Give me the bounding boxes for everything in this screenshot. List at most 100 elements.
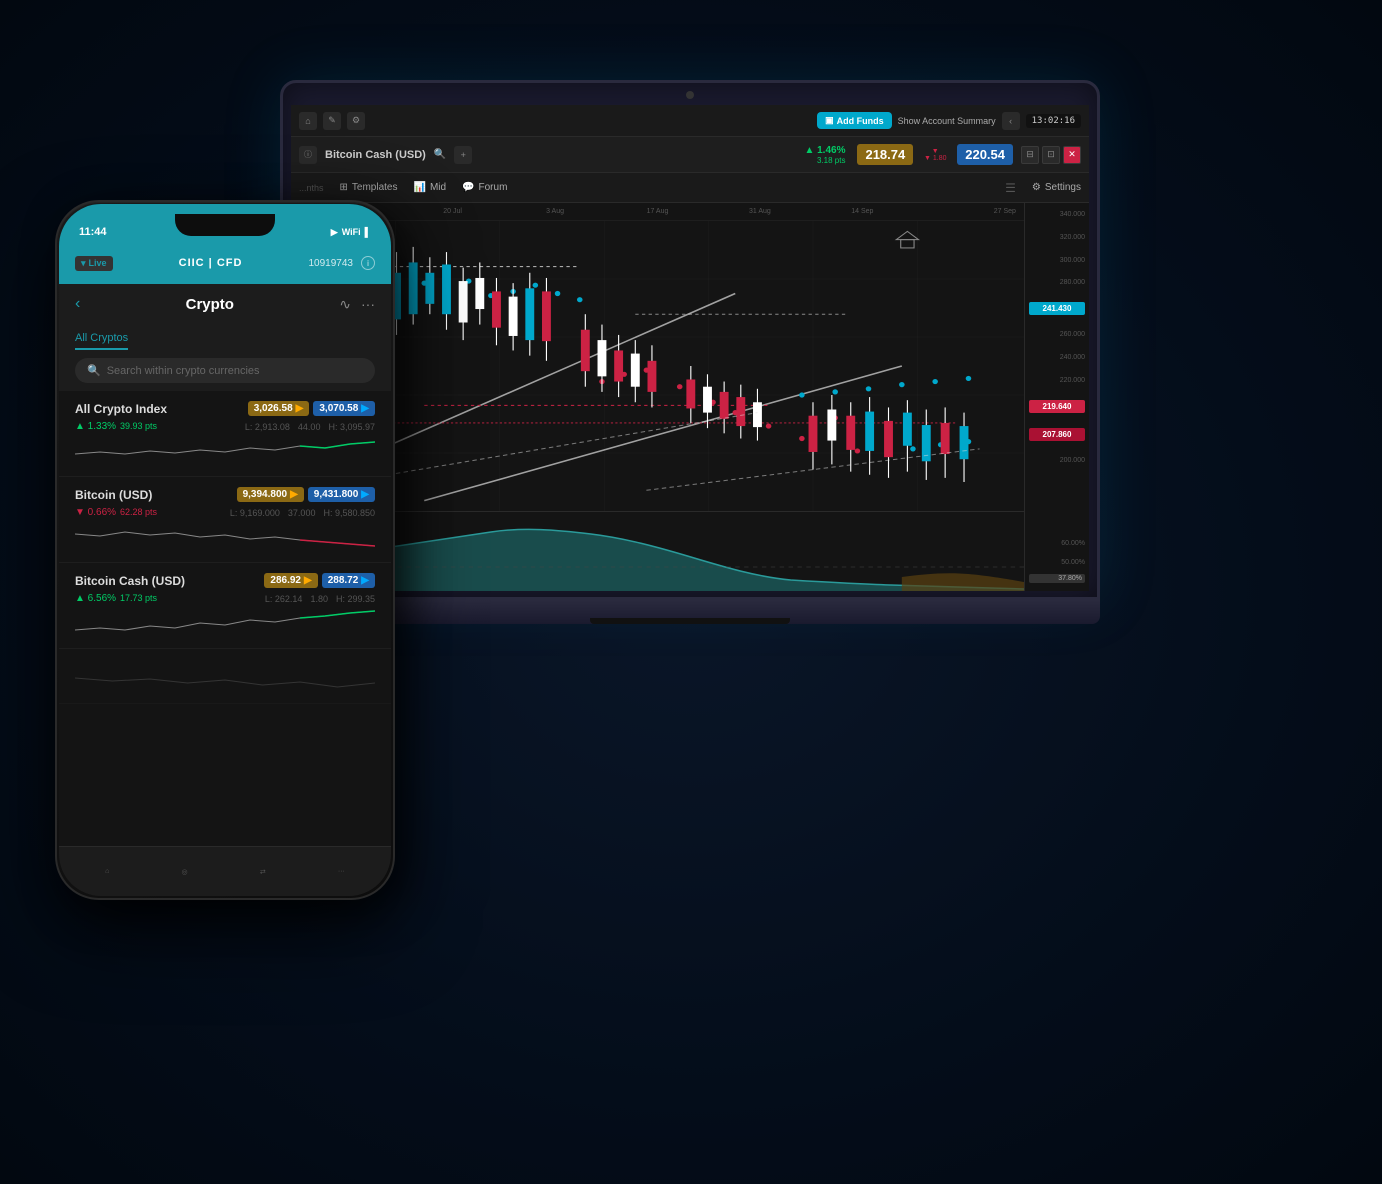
phone-navbar: ‹ Crypto ∿ ··· [59, 284, 391, 324]
date-label-2: 20 Jul [401, 208, 503, 215]
info-icon[interactable]: i [361, 256, 375, 270]
minimize-button[interactable]: ⊟ [1021, 146, 1039, 164]
info-circle-icon[interactable]: ⓘ [299, 146, 317, 164]
cyan-price-label: 241.430 [1029, 302, 1085, 315]
sell-price[interactable]: 218.74 [857, 144, 913, 165]
phone-content: 11:44 ▶ WiFi ▌ ▾ Live CIIC | CFD 1091974… [59, 204, 391, 896]
platform-topbar: ⌂ ✎ ⚙ ▣ Add Funds Show Account Summary ‹… [291, 105, 1089, 137]
list-item[interactable]: Bitcoin Cash (USD) 286.92 ▶ 288.72 ▶ [59, 563, 391, 649]
collapse-icon[interactable]: ‹ [1002, 112, 1020, 130]
time-periods[interactable]: ...nths [299, 183, 324, 193]
phone-device: 11:44 ▶ WiFi ▌ ▾ Live CIIC | CFD 1091974… [55, 200, 395, 900]
mini-chart-3 [75, 608, 375, 638]
trading-platform: ⌂ ✎ ⚙ ▣ Add Funds Show Account Summary ‹… [291, 105, 1089, 591]
price-280: 280.000 [1029, 279, 1085, 286]
buy-price-sm[interactable]: 3,070.58 ▶ [313, 401, 375, 416]
price-320: 320.000 [1029, 234, 1085, 241]
search-input[interactable]: 🔍 Search within crypto currencies [75, 358, 375, 383]
arrow-right-icon: ▶ [361, 489, 369, 500]
price-300: 300.000 [1029, 257, 1085, 264]
add-chart-icon[interactable]: + [454, 146, 472, 164]
nav-icons: ∿ ··· [339, 296, 375, 313]
price-260: 260.000 [1029, 331, 1085, 338]
crypto-meta: L: 262.14 1.80 H: 299.35 [265, 594, 375, 604]
buy-price-sm[interactable]: 9,431.800 ▶ [308, 487, 375, 502]
add-funds-button[interactable]: ▣ Add Funds [817, 112, 892, 129]
asset-name[interactable]: Bitcoin Cash (USD) [325, 149, 426, 161]
clock-display: 13:02:16 [1026, 114, 1081, 128]
buy-price[interactable]: 220.54 [957, 144, 1013, 165]
home-icon[interactable]: ⌂ [299, 112, 317, 130]
chart-toolbar: ...nths ⊞ Templates 📊 Mid 💬 Forum ☰ [291, 173, 1089, 203]
gear-icon: ⚙ [1032, 182, 1041, 193]
back-button[interactable]: ‹ [75, 295, 80, 313]
templates-icon: ⊞ [340, 182, 348, 193]
arrow-right-icon: ▶ [361, 575, 369, 586]
crypto-change: ▼ 0.66% 62.28 pts [75, 507, 157, 518]
bottom-nav-trade[interactable]: ⇄ [260, 868, 266, 876]
account-id: 10919743 [309, 258, 354, 269]
bottom-nav-more[interactable]: ··· [338, 868, 345, 875]
edit-icon[interactable]: ✎ [323, 112, 341, 130]
toolbar-templates[interactable]: ⊞ Templates [340, 182, 398, 193]
battery-icon: ▌ [365, 227, 371, 238]
search-nav-icon: ◎ [182, 868, 188, 876]
date-label-7: 27 Sep [914, 208, 1016, 215]
toolbar-settings[interactable]: ⚙ Settings [1032, 182, 1081, 193]
sell-price-sm[interactable]: 3,026.58 ▶ [248, 401, 310, 416]
laptop-container: ⌂ ✎ ⚙ ▣ Add Funds Show Account Summary ‹… [280, 80, 1100, 660]
toolbar-forum[interactable]: 💬 Forum [462, 182, 507, 193]
sell-price-sm[interactable]: 286.92 ▶ [264, 573, 317, 588]
phone-header: ▾ Live CIIC | CFD 10919743 i [59, 242, 391, 284]
trade-nav-icon: ⇄ [260, 868, 266, 876]
settings-icon[interactable]: ⚙ [347, 112, 365, 130]
price-axis: 340.000 320.000 300.000 280.000 241.430 … [1024, 203, 1089, 591]
price-220: 220.000 [1029, 377, 1085, 384]
more-options-icon[interactable]: ··· [361, 296, 375, 313]
date-label-5: 31 Aug [709, 208, 811, 215]
sell-price-sm[interactable]: 9,394.800 ▶ [237, 487, 304, 502]
toolbar-mid[interactable]: 📊 Mid [413, 182, 446, 193]
price-change-pts: 3.18 pts [817, 156, 845, 165]
buy-price-sm[interactable]: 288.72 ▶ [322, 573, 375, 588]
more-nav-icon: ··· [338, 868, 345, 875]
mini-chart-2 [75, 522, 375, 552]
arrow-right-icon: ▶ [361, 403, 369, 414]
phone-container: 11:44 ▶ WiFi ▌ ▾ Live CIIC | CFD 1091974… [55, 200, 395, 900]
all-cryptos-tab[interactable]: All Cryptos [75, 328, 128, 350]
phone-screen: 11:44 ▶ WiFi ▌ ▾ Live CIIC | CFD 1091974… [59, 204, 391, 896]
laptop-base [280, 600, 1100, 624]
price-change-value: ▼ 1.80 [924, 155, 947, 162]
list-item[interactable]: All Crypto Index 3,026.58 ▶ 3,070.58 ▶ [59, 391, 391, 477]
close-button[interactable]: ✕ [1063, 146, 1081, 164]
crypto-name: Bitcoin Cash (USD) [75, 574, 185, 588]
toolbar-menu-icon[interactable]: ☰ [1005, 181, 1016, 195]
crypto-meta: L: 9,169.000 37.000 H: 9,580.850 [230, 508, 375, 518]
nav-title: Crypto [92, 296, 327, 313]
wifi-icon: WiFi [342, 227, 361, 238]
chart-main[interactable]: 6 Jul 20 Jul 3 Aug 17 Aug 31 Aug 14 Sep … [291, 203, 1024, 591]
price-340: 340.000 [1029, 211, 1085, 218]
live-badge: ▾ Live [75, 256, 113, 271]
signal-icon: ▶ [331, 227, 338, 238]
pct-60: 60.00% [1029, 540, 1085, 547]
search-icon: 🔍 [87, 364, 101, 377]
list-item[interactable]: Bitcoin (USD) 9,394.800 ▶ 9,431.800 ▶ [59, 477, 391, 563]
crypto-prices: 286.92 ▶ 288.72 ▶ [264, 573, 375, 588]
mid-icon: 📊 [413, 182, 425, 193]
date-label-3: 3 Aug [504, 208, 606, 215]
show-account-button[interactable]: Show Account Summary [898, 116, 996, 126]
brand-name: CIIC | CFD [121, 257, 301, 269]
list-item[interactable] [59, 649, 391, 704]
crypto-prices: 9,394.800 ▶ 9,431.800 ▶ [237, 487, 375, 502]
bottom-nav-home[interactable]: ⌂ [105, 868, 109, 875]
red-price-label: 219.640 [1029, 400, 1085, 413]
pct-current: 37.80% [1029, 574, 1085, 583]
credit-card-icon: ▣ [825, 115, 834, 126]
asset-search-icon[interactable]: 🔍 [434, 149, 446, 160]
crypto-change: ▲ 6.56% 17.73 pts [75, 593, 157, 604]
bottom-nav-search[interactable]: ◎ [182, 868, 188, 876]
maximize-button[interactable]: ⊡ [1042, 146, 1060, 164]
price-change-indicator: ▼ [932, 148, 939, 155]
chart-icon[interactable]: ∿ [339, 296, 351, 313]
